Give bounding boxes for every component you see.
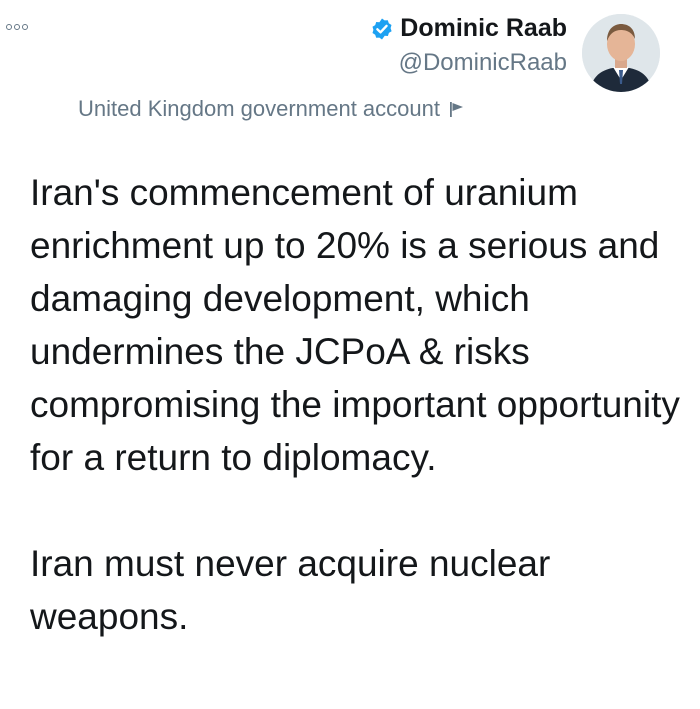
government-account-text: United Kingdom government account — [78, 96, 440, 121]
profile-photo-icon — [582, 14, 660, 92]
tweet-text: Iran's commencement of uranium enrichmen… — [30, 166, 680, 643]
more-options-dot — [14, 24, 20, 30]
author-name-row: Dominic Raab — [370, 14, 567, 43]
more-options-icon[interactable] — [6, 24, 28, 30]
tweet-paragraph: Iran's commencement of uranium enrichmen… — [30, 172, 680, 478]
tweet-author[interactable]: Dominic Raab @DominicRaab — [370, 14, 567, 77]
government-account-label[interactable]: United Kingdom government account — [78, 96, 466, 122]
verified-badge-icon — [372, 18, 392, 39]
avatar[interactable] — [582, 14, 660, 92]
more-options-dot — [6, 24, 12, 30]
tweet-paragraph: Iran must never acquire nuclear weapons. — [30, 543, 551, 637]
more-options-dot — [22, 24, 28, 30]
flag-icon — [450, 102, 463, 117]
author-handle[interactable]: @DominicRaab — [370, 49, 567, 77]
author-display-name[interactable]: Dominic Raab — [400, 14, 567, 43]
